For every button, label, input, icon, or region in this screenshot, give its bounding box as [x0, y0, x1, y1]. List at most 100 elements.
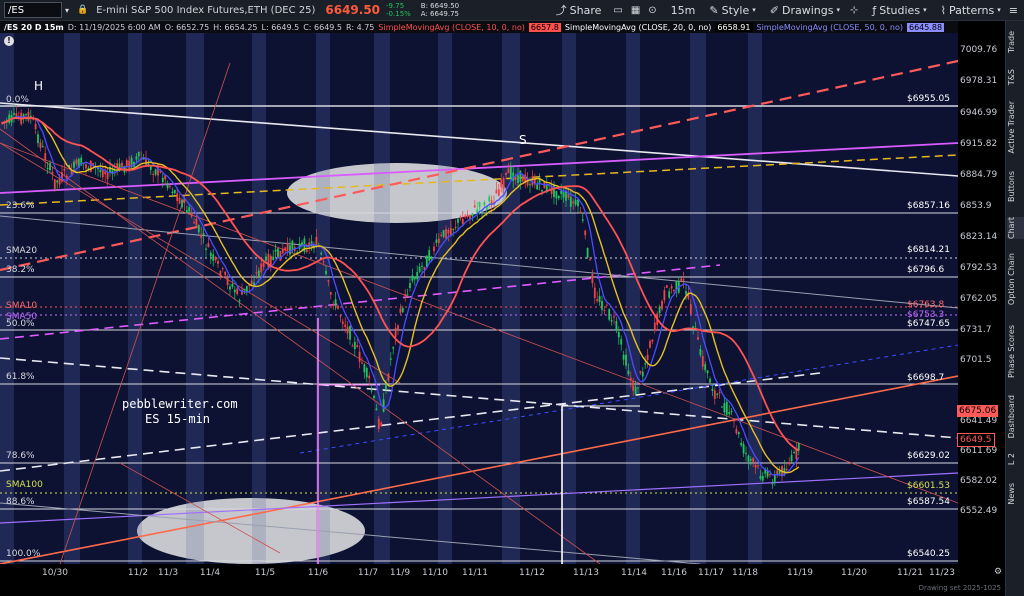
sma10-study-label[interactable]: SimpleMovingAvg (CLOSE, 10, 0, no) [378, 23, 525, 32]
session-band-overlay [186, 33, 204, 564]
price-chart-area[interactable]: H S pebblewriter.com ES 15-min 0.0% 23.6… [0, 33, 958, 564]
sidebar-tab-news[interactable]: News [1007, 483, 1024, 505]
candle-body [507, 168, 510, 174]
candle-body [231, 283, 234, 287]
sidebar-tab-trade[interactable]: Trade [1007, 31, 1024, 53]
candle-body [481, 211, 483, 213]
candle-body [161, 177, 164, 183]
drawings-label: Drawings [781, 3, 834, 17]
candle-body [416, 272, 419, 280]
price-axis-tick: 7009.76 [960, 45, 998, 55]
studies-dropdown-icon: ▾ [923, 6, 927, 14]
price-axis-tick: 6884.79 [960, 170, 998, 180]
candle-body [149, 166, 152, 170]
style-dropdown-icon: ▾ [752, 6, 756, 14]
fib-price-38: $6796.6 [907, 265, 945, 275]
candle-body [541, 190, 543, 192]
sma50-study-label[interactable]: SimpleMovingAvg (CLOSE, 50, 0, no) [757, 23, 904, 32]
candle-body [87, 167, 90, 169]
candle-body [377, 418, 380, 429]
sidebar-tab-active-trader[interactable]: Active Trader [1007, 101, 1024, 153]
chart-settings-icon[interactable]: ! [4, 36, 14, 46]
session-band-overlay [562, 33, 576, 564]
interval-selector[interactable]: 15m [671, 4, 696, 17]
price-axis-tick: 6978.31 [960, 76, 998, 86]
candle-body [341, 321, 344, 324]
layout-icon[interactable]: ▦ [631, 5, 640, 16]
sidebar-tab-phase-scores[interactable]: Phase Scores [1007, 325, 1024, 378]
candle-body [212, 254, 215, 261]
share-label: Share [569, 3, 602, 17]
candle-body [565, 192, 567, 201]
time-axis-settings-icon[interactable]: ⚙ [994, 567, 1002, 577]
candle-body [529, 184, 531, 186]
candle-body [209, 252, 212, 257]
candle-body [502, 178, 505, 190]
fib-price-100: $6540.25 [907, 549, 950, 559]
candle-body [61, 172, 63, 182]
time-axis-tick: 11/17 [698, 568, 724, 578]
candle-body [125, 160, 128, 167]
sma10-label: SMA10 [6, 301, 38, 311]
candle-body [351, 345, 354, 347]
candle-body [771, 483, 774, 485]
candle-body [464, 215, 467, 218]
patterns-label: Patterns [948, 3, 995, 17]
sidebar-tab-level2[interactable]: L 2 [1007, 453, 1024, 465]
chart-canvas[interactable] [0, 33, 958, 564]
candle-body [629, 377, 632, 381]
chart-timeframe[interactable]: /ES 20 D 15m [4, 23, 64, 32]
crosshair-icon[interactable]: ⊹ [850, 5, 858, 16]
candle-body [713, 390, 716, 399]
pattern-label-h: H [34, 79, 44, 93]
studies-button[interactable]: ƒ Studies ▾ [872, 4, 926, 17]
time-axis[interactable]: 10/30 11/2 11/3 11/4 11/5 11/6 11/7 11/9 11/10 11… [0, 564, 1005, 584]
candle-body [399, 308, 402, 313]
bar-high: H: 6654.25 [213, 22, 258, 32]
price-axis-tick: 6641.49 [960, 416, 998, 426]
sma20-study-label[interactable]: SimpleMovingAvg (CLOSE, 20, 0, no) [565, 23, 712, 32]
sidebar-tab-dashboard[interactable]: Dashboard [1007, 395, 1024, 438]
sidebar-tab-option-chain[interactable]: Option Chain [1007, 253, 1024, 305]
symbol-input[interactable]: /ES [4, 2, 62, 18]
share-button[interactable]: ⤴ Share [556, 2, 602, 18]
link-icon[interactable]: ⊙ [648, 5, 656, 16]
bid-ask: B: 6649.50 A: 6649.75 [421, 2, 459, 18]
price-tag-current: 6649.5 [957, 433, 995, 447]
candle-body [457, 218, 459, 223]
drawings-button[interactable]: ✐ Drawings ▾ [770, 4, 840, 17]
trade-ticket-icon[interactable]: ▭ [613, 5, 622, 16]
time-axis-tick: 11/7 [357, 568, 379, 578]
bar-range: R: 4.75 [346, 22, 375, 32]
menu-icon[interactable]: ≡ [1009, 4, 1018, 17]
symbol-dropdown-icon[interactable]: ▾ [65, 6, 69, 15]
patterns-icon: ⌇ [940, 3, 946, 17]
candle-body [73, 161, 75, 168]
candle-body [670, 286, 673, 289]
lock-icon[interactable]: 🔒 [77, 5, 88, 15]
studies-icon: ƒ [872, 3, 877, 17]
candle-body [286, 242, 289, 251]
candle-body [353, 341, 356, 350]
sidebar-tab-chart[interactable]: Chart [1007, 217, 1024, 239]
sidebar-tab-buttons[interactable]: Buttons [1007, 171, 1024, 202]
candle-body [224, 271, 227, 275]
patterns-button[interactable]: ⌇ Patterns ▾ [941, 4, 1001, 17]
session-band-overlay [626, 33, 640, 564]
trendline-grey-1 [0, 215, 958, 309]
candle-body [701, 356, 704, 367]
candle-body [689, 304, 692, 314]
price-axis[interactable]: 7009.76 6978.31 6946.99 6915.82 6884.79 6853.… [958, 33, 1005, 564]
candle-body [188, 207, 191, 212]
candle-body [728, 412, 731, 415]
candle-body [476, 209, 479, 213]
bar-low: L: 6649.5 [261, 22, 300, 32]
candle-body [346, 326, 349, 334]
sma100-label: SMA100 [6, 480, 43, 490]
candle-body [46, 167, 49, 169]
candle-body [445, 229, 447, 239]
candle-body [101, 170, 104, 178]
candle-body [104, 171, 107, 175]
sidebar-tab-ts[interactable]: T&S [1007, 69, 1024, 85]
style-button[interactable]: ✎ Style ▾ [709, 4, 755, 17]
